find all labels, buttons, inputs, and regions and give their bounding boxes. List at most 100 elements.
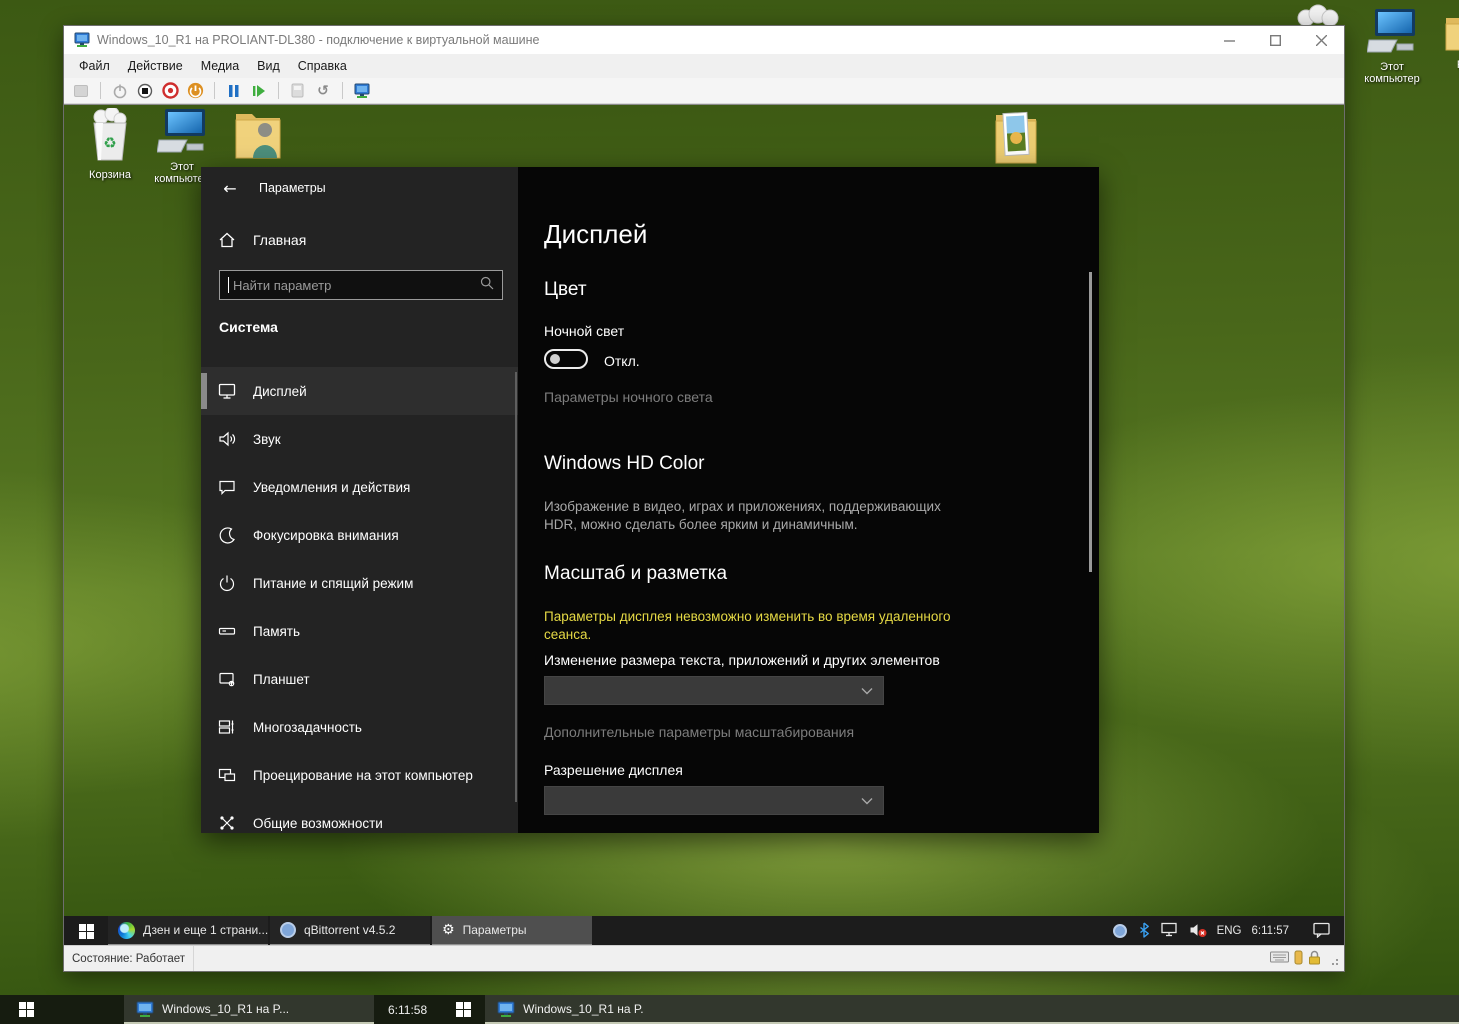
settings-window: ← Параметры Главная <box>201 167 1099 833</box>
checkpoint-icon[interactable] <box>289 82 307 100</box>
vm-menubar: Файл Действие Медиа Вид Справка <box>64 54 1344 78</box>
display-icon <box>217 381 237 401</box>
night-light-toggle[interactable] <box>544 349 588 369</box>
language-indicator[interactable]: ENG <box>1217 925 1242 937</box>
guest-pictures-folder-icon[interactable] <box>980 105 1052 172</box>
ctrl-alt-del-icon[interactable] <box>72 82 90 100</box>
guest-clock[interactable]: 6:11:57 <box>1251 925 1289 937</box>
content-scrollbar[interactable] <box>1089 272 1092 572</box>
vmconnect-window: Windows_10_R1 на PROLIANT-DL380 - подклю… <box>63 25 1345 972</box>
menu-file[interactable]: Файл <box>70 56 119 76</box>
task-label: Дзен и еще 1 страни... <box>143 923 268 937</box>
sidebar-item-home[interactable]: Главная <box>217 227 497 253</box>
lock-icon <box>1308 950 1321 968</box>
enhanced-session-icon[interactable] <box>353 82 371 100</box>
icon-label: Этот компьютер <box>1352 61 1432 85</box>
menu-view[interactable]: Вид <box>248 56 289 76</box>
hyperv-window-icon <box>74 32 90 48</box>
task-label: qBittorrent v4.5.2 <box>304 923 395 937</box>
guest-recycle-bin-icon[interactable]: ♻ Корзина <box>74 108 146 181</box>
menu-help[interactable]: Справка <box>289 56 356 76</box>
hyperv-task-icon <box>136 1000 154 1018</box>
host-computer-icon[interactable]: Этот компьютер <box>1352 8 1432 85</box>
power-icon <box>217 573 237 593</box>
sidebar-item-multitasking[interactable]: Многозадачность <box>201 703 518 751</box>
host-clock[interactable]: 6:11:58 <box>374 995 441 1024</box>
sound-icon <box>217 429 237 449</box>
network-icon[interactable] <box>1161 922 1179 940</box>
tablet-icon <box>217 669 237 689</box>
resume-icon[interactable] <box>250 82 268 100</box>
guest-user-folder-icon[interactable] <box>222 108 294 167</box>
moon-icon <box>217 525 237 545</box>
hyperv-task-icon <box>497 1000 515 1018</box>
multitasking-icon <box>217 717 237 737</box>
host-start-button[interactable] <box>0 995 52 1024</box>
host-recycle-bin-icon[interactable] <box>1293 2 1343 26</box>
windows-logo-icon <box>19 1002 34 1017</box>
host-folder-icon[interactable]: Ron <box>1437 10 1459 71</box>
scale-label: Изменение размера текста, приложений и д… <box>544 652 940 668</box>
shutdown-icon[interactable] <box>161 82 179 100</box>
guest-start-button[interactable] <box>64 916 108 946</box>
save-state-icon[interactable] <box>186 82 204 100</box>
guest-system-tray: ENG 6:11:57 <box>1113 916 1344 946</box>
home-icon <box>217 230 237 250</box>
night-light-settings-link[interactable]: Параметры ночного света <box>544 389 713 405</box>
user-folder-icon <box>232 108 284 162</box>
search-icon[interactable] <box>480 276 494 295</box>
settings-window-title: Параметры <box>259 181 326 195</box>
host-start-button-2[interactable] <box>441 995 485 1024</box>
notifications-icon <box>217 477 237 497</box>
resolution-dropdown[interactable] <box>544 786 884 815</box>
bluetooth-icon[interactable] <box>1137 922 1151 941</box>
sidebar-item-sound[interactable]: Звук <box>201 415 518 463</box>
color-section-header: Цвет <box>544 279 587 301</box>
qbittorrent-tray-icon[interactable] <box>1113 924 1127 938</box>
sidebar-item-display[interactable]: Дисплей <box>201 367 518 415</box>
search-input[interactable] <box>233 278 480 293</box>
sidebar-item-power-sleep[interactable]: Питание и спящий режим <box>201 559 518 607</box>
pause-icon[interactable] <box>225 82 243 100</box>
volume-muted-icon[interactable] <box>1189 922 1207 941</box>
sidebar-item-focus-assist[interactable]: Фокусировка внимания <box>201 511 518 559</box>
action-center-icon[interactable] <box>1313 922 1330 941</box>
sidebar-item-projecting[interactable]: Проецирование на этот компьютер <box>201 751 518 799</box>
chevron-down-icon <box>861 682 873 700</box>
power-disabled-icon[interactable] <box>111 82 129 100</box>
menu-action[interactable]: Действие <box>119 56 192 76</box>
usb-icon <box>1294 950 1303 968</box>
advanced-scaling-link[interactable]: Дополнительные параметры масштабирования <box>544 724 854 740</box>
vm-status-text: Состояние: Работает <box>64 946 194 971</box>
taskbar-task-edge[interactable]: Дзен и еще 1 страни... <box>108 916 268 946</box>
back-button[interactable]: ← <box>213 175 247 201</box>
host-taskbar: Windows_10_R1 на P... 6:11:58 Windows_10… <box>0 995 1459 1024</box>
sidebar-item-shared-experiences[interactable]: Общие возможности <box>201 799 518 833</box>
vm-titlebar[interactable]: Windows_10_R1 на PROLIANT-DL380 - подклю… <box>64 26 1344 54</box>
sidebar-item-notifications[interactable]: Уведомления и действия <box>201 463 518 511</box>
hdr-description: Изображение в видео, играх и приложениях… <box>544 498 976 534</box>
taskbar-task-settings[interactable]: ⚙ Параметры <box>432 916 592 946</box>
selection-indicator <box>201 373 207 409</box>
vm-minimize-button[interactable] <box>1206 26 1252 54</box>
gear-icon: ⚙ <box>442 922 455 938</box>
vm-close-button[interactable] <box>1298 26 1344 54</box>
scale-dropdown[interactable] <box>544 676 884 705</box>
windows-logo-icon <box>456 1002 471 1017</box>
turn-off-icon[interactable] <box>136 82 154 100</box>
computer-icon <box>1367 8 1417 54</box>
host-task-vmconnect-2[interactable]: Windows_10_R1 на P. <box>485 995 1459 1024</box>
qbittorrent-icon <box>280 922 296 938</box>
sidebar-scrollbar[interactable] <box>515 372 517 802</box>
resize-grip[interactable] <box>1326 953 1338 965</box>
revert-icon[interactable]: ↺ <box>314 82 332 100</box>
host-task-vmconnect[interactable]: Windows_10_R1 на P... <box>124 995 374 1024</box>
sidebar-item-tablet[interactable]: Планшет <box>201 655 518 703</box>
host-desktop: Этот компьютер Ron Windows_10_R1 на PROL… <box>0 0 1459 1024</box>
taskbar-task-qbittorrent[interactable]: qBittorrent v4.5.2 <box>270 916 430 946</box>
search-box[interactable] <box>219 270 503 300</box>
menu-media[interactable]: Медиа <box>192 56 248 76</box>
page-title: Дисплей <box>544 219 647 250</box>
vm-maximize-button[interactable] <box>1252 26 1298 54</box>
sidebar-item-storage[interactable]: Память <box>201 607 518 655</box>
